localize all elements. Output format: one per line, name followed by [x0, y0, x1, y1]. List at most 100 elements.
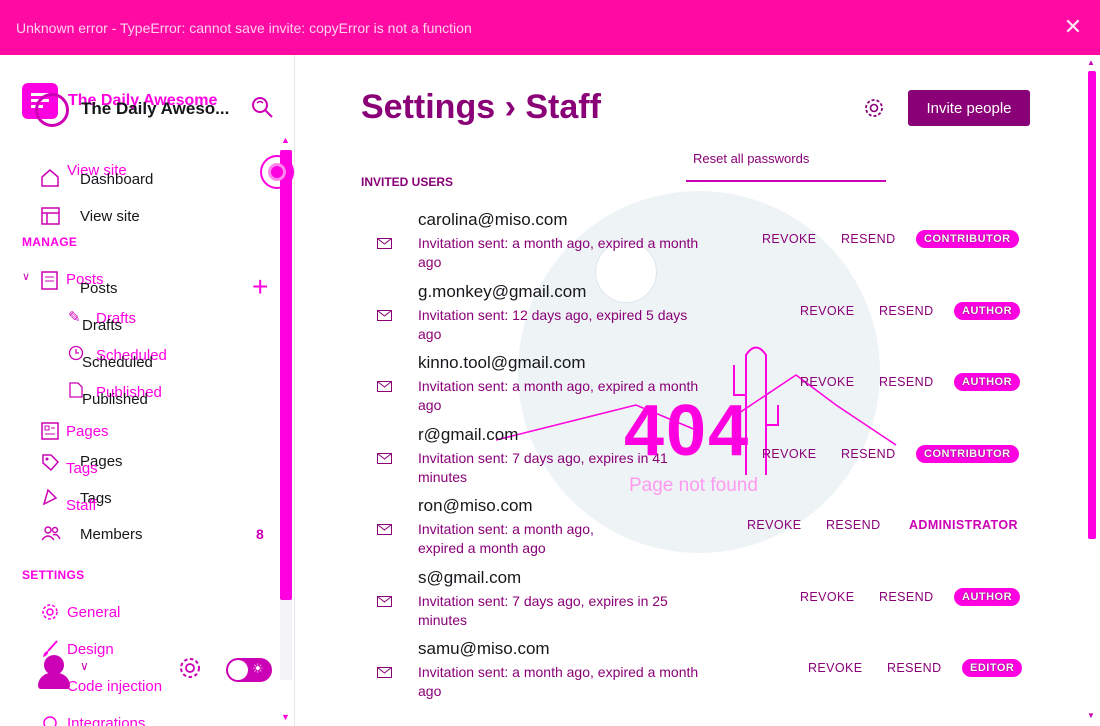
gear-icon[interactable]: [863, 97, 885, 119]
sidebar-item-published[interactable]: Published: [82, 391, 148, 408]
sidebar-item-posts[interactable]: Posts: [80, 280, 118, 297]
manage-heading: MANAGE: [22, 235, 78, 249]
sidebar-item-view-site[interactable]: View site: [80, 208, 140, 225]
user-email: carolina@miso.com: [418, 210, 568, 229]
role-badge: AUTHOR: [954, 588, 1021, 606]
role-badge: EDITOR: [962, 659, 1023, 677]
invited-users-heading: INVITED USERS: [361, 175, 454, 189]
role-badge: CONTRIBUTOR: [916, 230, 1019, 248]
resend-button[interactable]: RESEND: [841, 232, 896, 246]
resend-button[interactable]: RESEND: [826, 518, 881, 532]
revoke-button[interactable]: REVOKE: [800, 375, 855, 389]
members-icon: [41, 526, 61, 541]
reset-underline: [686, 180, 886, 182]
invite-status: Invitation sent: a month ago, expired a …: [418, 235, 699, 270]
mail-icon: [377, 381, 392, 392]
search-icon[interactable]: [250, 95, 274, 119]
invited-user-row: samu@miso.com Invitation sent: a month a…: [361, 639, 1061, 705]
invited-user-row: g.monkey@gmail.com Invitation sent: 12 d…: [361, 282, 1061, 348]
reset-passwords-link[interactable]: Reset all passwords: [693, 151, 809, 166]
sidebar-item-code-injection[interactable]: Code injection: [67, 678, 162, 695]
mail-icon: [377, 310, 392, 321]
revoke-button[interactable]: REVOKE: [762, 232, 817, 246]
user-menu-chevron-icon[interactable]: ∨: [80, 659, 89, 673]
close-icon[interactable]: ✕: [1060, 14, 1086, 40]
plug-icon: [43, 716, 57, 726]
mail-icon: [377, 453, 392, 464]
user-email: samu@miso.com: [418, 639, 550, 658]
main-scroll-up-icon[interactable]: ▲: [1087, 58, 1095, 67]
sidebar-item-integrations[interactable]: Integrations: [67, 715, 145, 726]
mail-icon: [377, 524, 392, 535]
mail-icon: [377, 238, 392, 249]
members-count-badge: 8: [256, 526, 264, 542]
sidebar-item-design[interactable]: Design: [67, 641, 114, 658]
scroll-up-arrow-icon[interactable]: ▲: [281, 135, 290, 145]
alert-message: Unknown error - TypeError: cannot save i…: [16, 19, 472, 36]
resend-button[interactable]: RESEND: [879, 304, 934, 318]
pencil-icon: ✎: [68, 309, 81, 326]
invited-user-row: carolina@miso.com Invitation sent: a mon…: [361, 210, 1061, 276]
sidebar-scrollbar[interactable]: [280, 150, 292, 600]
staff-icon: [42, 488, 58, 506]
chevron-down-icon[interactable]: ∨: [22, 270, 30, 283]
settings-heading: SETTINGS: [22, 568, 85, 582]
role-badge: CONTRIBUTOR: [916, 445, 1019, 463]
revoke-button[interactable]: REVOKE: [800, 304, 855, 318]
tags-ghost: Tags: [66, 460, 98, 477]
resend-button[interactable]: RESEND: [887, 661, 942, 675]
role-badge: AUTHOR: [954, 302, 1021, 320]
avatar-icon[interactable]: [44, 655, 64, 675]
revoke-button[interactable]: REVOKE: [808, 661, 863, 675]
resend-button[interactable]: RESEND: [879, 590, 934, 604]
add-post-plus-icon[interactable]: +: [252, 273, 268, 301]
main-scroll-down-icon[interactable]: ▼: [1087, 711, 1095, 720]
sidebar-item-dashboard[interactable]: Dashboard: [80, 171, 153, 188]
avatar-body: [38, 673, 70, 689]
mail-icon: [377, 596, 392, 607]
sidebar-item-general[interactable]: General: [67, 604, 120, 621]
page-title: Settings › Staff: [361, 88, 601, 126]
sun-icon: ☀: [252, 661, 264, 676]
sidebar: The Daily Awesome The Daily Aweso... ▲ ▼…: [0, 55, 295, 726]
posts-icon: [41, 271, 58, 290]
resend-button[interactable]: RESEND: [879, 375, 934, 389]
role-badge: AUTHOR: [954, 373, 1021, 391]
role-label: ADMINISTRATOR: [909, 518, 1018, 532]
user-email: ron@miso.com: [418, 496, 533, 515]
invite-status: Invitation sent: a month ago, expired a …: [418, 521, 594, 556]
browser-icon: [41, 207, 60, 225]
mail-icon: [377, 667, 392, 678]
main-scrollbar[interactable]: [1088, 71, 1096, 539]
user-email: s@gmail.com: [418, 568, 522, 587]
not-found-code: 404: [624, 391, 751, 471]
main-content: Settings › Staff Invite people Reset all…: [296, 55, 1100, 726]
invited-user-row: ron@miso.com Invitation sent: a month ag…: [361, 496, 1061, 562]
toggle-knob: [228, 660, 248, 680]
pages-icon: [41, 422, 59, 440]
gear-icon: [42, 604, 58, 620]
invited-user-row: s@gmail.com Invitation sent: 7 days ago,…: [361, 568, 1061, 634]
brand-title[interactable]: The Daily Aweso...: [81, 99, 229, 119]
tag-icon: [42, 454, 60, 472]
sidebar-item-scheduled[interactable]: Scheduled: [82, 354, 153, 371]
revoke-button[interactable]: REVOKE: [762, 447, 817, 461]
settings-gear-icon[interactable]: [178, 656, 202, 680]
invite-people-button[interactable]: Invite people: [908, 90, 1030, 126]
revoke-button[interactable]: REVOKE: [747, 518, 802, 532]
scroll-down-arrow-icon[interactable]: ▼: [281, 712, 290, 722]
brand-ring-icon: [35, 93, 69, 127]
user-email: g.monkey@gmail.com: [418, 282, 587, 301]
user-email: r@gmail.com: [418, 425, 519, 444]
sidebar-item-drafts[interactable]: Drafts: [82, 317, 122, 334]
error-alert: Unknown error - TypeError: cannot save i…: [0, 0, 1100, 55]
home-icon: [41, 169, 59, 187]
invite-status: Invitation sent: 12 days ago, expired 5 …: [418, 307, 688, 342]
invite-status: Invitation sent: a month ago, expired a …: [418, 664, 699, 699]
user-email: kinno.tool@gmail.com: [418, 353, 586, 372]
sidebar-item-members[interactable]: Members: [80, 526, 143, 543]
invite-status: Invitation sent: 7 days ago, expires in …: [418, 593, 668, 628]
resend-button[interactable]: RESEND: [841, 447, 896, 461]
sidebar-item-staff[interactable]: Staff: [66, 497, 97, 514]
revoke-button[interactable]: REVOKE: [800, 590, 855, 604]
